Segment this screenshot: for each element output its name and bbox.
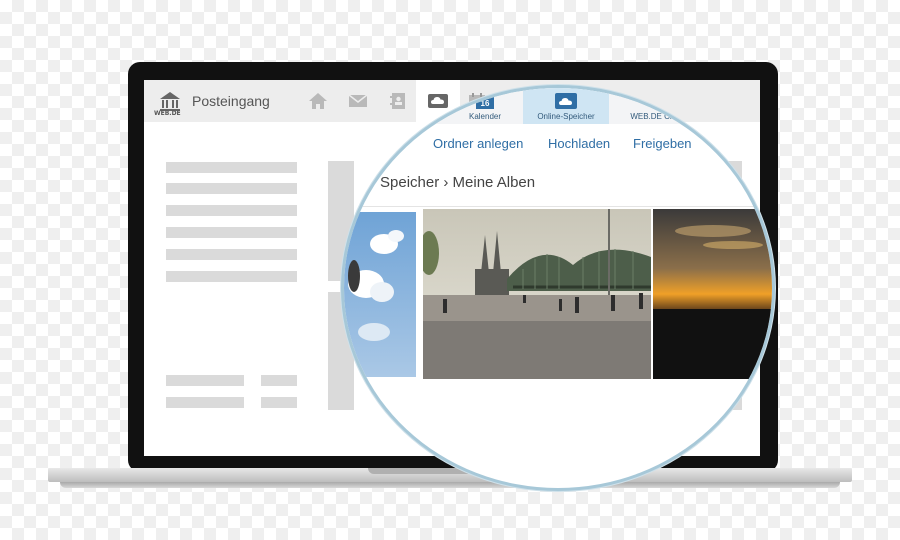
sky-clouds-photo[interactable] (344, 212, 416, 377)
tab-label: WEB.DE Cl (630, 112, 672, 121)
tab-calendar[interactable]: 16 Kalender (454, 88, 516, 124)
tab-online-storage[interactable]: Online-Speicher (523, 88, 609, 124)
sunset-photo[interactable] (653, 209, 772, 379)
logo-text: WEB.DE (154, 110, 181, 117)
magnifier-lens: 16 Kalender Online-Speicher WEB.DE Cl Or… (344, 88, 772, 488)
breadcrumb-item[interactable]: Speicher (380, 174, 439, 191)
webde-logo-icon[interactable] (158, 90, 182, 112)
cologne-bridge-photo[interactable] (423, 209, 651, 379)
inbox-link[interactable]: Posteingang (192, 93, 270, 109)
share-button[interactable]: Freigeben (633, 136, 692, 151)
new-folder-button[interactable]: Ordner anlegen (433, 136, 523, 151)
breadcrumb: Speicher › Meine Alben (380, 174, 535, 191)
placeholder-line (261, 397, 297, 408)
home-icon[interactable] (307, 91, 329, 111)
club-icon (643, 91, 659, 107)
tab-label: Kalender (468, 112, 502, 121)
placeholder-line (166, 227, 297, 238)
breadcrumb-current: Meine Alben (452, 174, 536, 191)
breadcrumb-separator: › (443, 174, 449, 191)
divider (344, 206, 772, 207)
cloud-icon (555, 93, 577, 109)
placeholder-line (166, 397, 244, 408)
placeholder-line (166, 271, 297, 282)
placeholder-line (166, 249, 297, 260)
placeholder-line (166, 205, 297, 216)
laptop-base-lip (60, 482, 840, 488)
calendar-badge: 16 (481, 99, 490, 108)
placeholder-line (261, 375, 297, 386)
tab-webde-club[interactable]: WEB.DE Cl (616, 88, 686, 124)
tab-label: Online-Speicher (537, 112, 595, 121)
upload-button[interactable]: Hochladen (548, 136, 610, 151)
placeholder-line (166, 162, 297, 173)
calendar-icon: 16 (476, 92, 494, 109)
placeholder-line (166, 375, 244, 386)
placeholder-line (166, 183, 297, 194)
